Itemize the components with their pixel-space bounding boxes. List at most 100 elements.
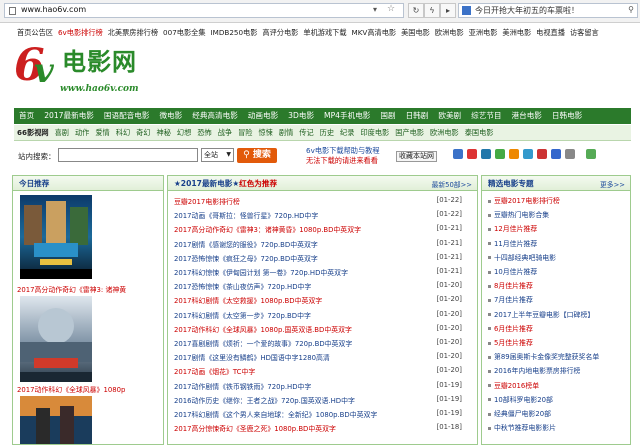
movie-link[interactable]: 2017科幻剧情《这个男人来自地球：全新纪》1080p.BD中英双字: [174, 409, 377, 419]
share-qzone-icon[interactable]: [453, 149, 463, 159]
nav-item[interactable]: MP4手机电影: [319, 108, 375, 124]
movie-link[interactable]: 2017动作科幻《全球风暴》1080p.国英双语.BD中英双字: [174, 324, 352, 334]
topic-link[interactable]: 豆瓣热门电影合集: [494, 211, 549, 219]
poster-thor[interactable]: [20, 195, 92, 279]
movie-link[interactable]: 2017剧情《感谢您的服役》720p.BD中英双字: [174, 239, 318, 249]
share-kaixin-icon[interactable]: [551, 149, 561, 159]
nav-item[interactable]: 国剧: [375, 108, 400, 124]
topic-link[interactable]: 10月佳片推荐: [494, 268, 537, 276]
movie-link[interactable]: 2017动画《烟花》TC中字: [174, 366, 255, 376]
share-tencent-icon[interactable]: [481, 149, 491, 159]
top-link[interactable]: MKV高清电影: [352, 28, 397, 37]
category-item[interactable]: 奇幻: [133, 125, 153, 140]
top-link[interactable]: 美洲电影: [502, 28, 531, 37]
share-renren-icon[interactable]: [509, 149, 519, 159]
site-search-input[interactable]: [58, 148, 198, 162]
nav-item[interactable]: 3D电影: [283, 108, 319, 124]
movie-link[interactable]: 2016动作历史《继你：王者之战》720p.国英双语.HD中字: [174, 395, 355, 405]
top-link[interactable]: IMDB250电影: [211, 28, 258, 37]
category-item[interactable]: 传记: [296, 125, 316, 140]
search-icon[interactable]: ⚲: [628, 5, 634, 14]
dropdown-icon[interactable]: ▾: [373, 5, 377, 14]
topic-link[interactable]: 12月佳片推荐: [494, 225, 537, 233]
nav-item[interactable]: 综艺节目: [466, 108, 506, 124]
poster-blade-runner[interactable]: [20, 396, 92, 444]
category-item[interactable]: 66影视网: [14, 125, 52, 140]
forward-icon[interactable]: ▸: [440, 3, 456, 18]
top-link[interactable]: 6v电影排行榜: [58, 28, 103, 37]
category-item[interactable]: 欧洲电影: [427, 125, 462, 140]
nav-item[interactable]: 国语配音电影: [99, 108, 155, 124]
category-item[interactable]: 恐怖: [194, 125, 214, 140]
nav-item[interactable]: 动画电影: [243, 108, 283, 124]
top-link[interactable]: 单机游戏下载: [303, 28, 346, 37]
category-item[interactable]: 国产电影: [392, 125, 427, 140]
nav-item[interactable]: 2017最新电影: [39, 108, 99, 124]
topic-link[interactable]: 中秋节推荐电影影片: [494, 424, 556, 432]
top-link[interactable]: 首页公告区: [17, 28, 53, 37]
lightning-icon[interactable]: ϟ: [424, 3, 440, 18]
movie-link[interactable]: 2017动画《哥斯拉：怪兽行星》720p.HD中字: [174, 210, 318, 220]
topic-link[interactable]: 2017上半年豆瓣电影【口碑榜】: [494, 311, 594, 319]
poster-caption[interactable]: 2017高分动作奇幻《雷神3: 诸神黄: [17, 284, 126, 294]
browser-search-box[interactable]: 今日开抢大年初五的车票啦！ ⚲: [458, 3, 638, 18]
top-link[interactable]: 高评分电影: [262, 28, 298, 37]
bookmark-star-icon[interactable]: ☆: [387, 4, 395, 14]
category-item[interactable]: 印度电影: [357, 125, 392, 140]
movie-link[interactable]: 2017高分惊悚奇幻《圣鹿之死》1080p.BD中英双字: [174, 423, 336, 433]
top-link[interactable]: 北美票房排行榜: [108, 28, 158, 37]
topic-link[interactable]: 豆瓣2016榜单: [494, 382, 539, 390]
category-item[interactable]: 科幻: [113, 125, 133, 140]
nav-item[interactable]: 港台电影: [507, 108, 547, 124]
nav-item[interactable]: 欧美剧: [433, 108, 466, 124]
movie-link[interactable]: 2017科幻剧情《太空第一步》720p.BD中字: [174, 310, 311, 320]
topic-link[interactable]: 2016年内地电影票房排行榜: [494, 367, 580, 375]
more-link[interactable]: 更多>>: [600, 179, 625, 189]
top-link[interactable]: 007电影全集: [163, 28, 205, 37]
top-link[interactable]: 电视直播: [536, 28, 565, 37]
nav-item[interactable]: 首页: [14, 108, 39, 124]
topic-link[interactable]: 豆瓣2017电影排行榜: [494, 197, 560, 205]
download-help[interactable]: 6v电影下载帮助与教程 无法下载的请进来看看: [306, 146, 380, 166]
topic-link[interactable]: 7月佳片推荐: [494, 296, 533, 304]
share-baidu-icon[interactable]: [537, 149, 547, 159]
reload-icon[interactable]: ↻: [408, 3, 424, 18]
category-item[interactable]: 历史: [317, 125, 337, 140]
help-link[interactable]: 6v电影下载帮助与教程: [306, 146, 380, 156]
movie-link[interactable]: 2017科幻剧情《太空救援》1080p.BD中英双字: [174, 295, 322, 305]
movie-link[interactable]: 豆瓣2017电影排行榜: [174, 196, 240, 206]
movie-link[interactable]: 2017剧情《这里没有鳞鹤》HD国语中字1280高清: [174, 352, 330, 362]
category-item[interactable]: 冒险: [235, 125, 255, 140]
nav-item[interactable]: 日韩剧: [401, 108, 434, 124]
share-weibo-icon[interactable]: [467, 149, 477, 159]
category-item[interactable]: 爱情: [92, 125, 112, 140]
poster-geostorm[interactable]: [20, 296, 92, 382]
search-button[interactable]: ⚲ 搜索: [237, 148, 277, 163]
movie-link[interactable]: 2017高分动作奇幻《雷神3：诸神黄昏》1080p.BD中英双字: [174, 224, 361, 234]
help-link-2[interactable]: 无法下载的请进来看看: [306, 156, 380, 166]
topic-link[interactable]: 十四部经典吧骑电影: [494, 254, 556, 262]
more-link[interactable]: 最新50部>>: [432, 179, 472, 189]
favorite-button[interactable]: 收藏本站网: [396, 151, 437, 162]
search-scope-select[interactable]: 全站 ▼: [201, 148, 234, 162]
top-link[interactable]: 访客留言: [570, 28, 599, 37]
topic-link[interactable]: 6月佳片推荐: [494, 325, 533, 333]
topic-link[interactable]: 8月佳片推荐: [494, 282, 533, 290]
category-item[interactable]: 剧情: [276, 125, 296, 140]
category-item[interactable]: 动作: [72, 125, 92, 140]
share-more-icon[interactable]: [565, 149, 575, 159]
movie-link[interactable]: 2017喜剧剧情《烦祈：一个爱的故事》720p.BD中英双字: [174, 338, 352, 348]
share-douban-icon[interactable]: [523, 149, 533, 159]
topic-link[interactable]: 11月佳片推荐: [494, 240, 537, 248]
movie-link[interactable]: 2017动作剧情《铁币钢铁雨》720p.HD中字: [174, 381, 311, 391]
top-link[interactable]: 美国电影: [401, 28, 430, 37]
topic-link[interactable]: 10部科罗电影20部: [494, 396, 553, 404]
movie-link[interactable]: 2017科幻惊悚《伊甸园计划 第一卷》720p.HD中英双字: [174, 267, 348, 277]
top-link[interactable]: 亚洲电影: [469, 28, 498, 37]
address-bar[interactable]: www.hao6v.com ▾ ☆: [4, 3, 404, 18]
topic-link[interactable]: 5月佳片推荐: [494, 339, 533, 347]
category-item[interactable]: 战争: [215, 125, 235, 140]
category-item[interactable]: 惊悚: [255, 125, 275, 140]
top-link[interactable]: 欧洲电影: [435, 28, 464, 37]
share-wechat-icon[interactable]: [495, 149, 505, 159]
